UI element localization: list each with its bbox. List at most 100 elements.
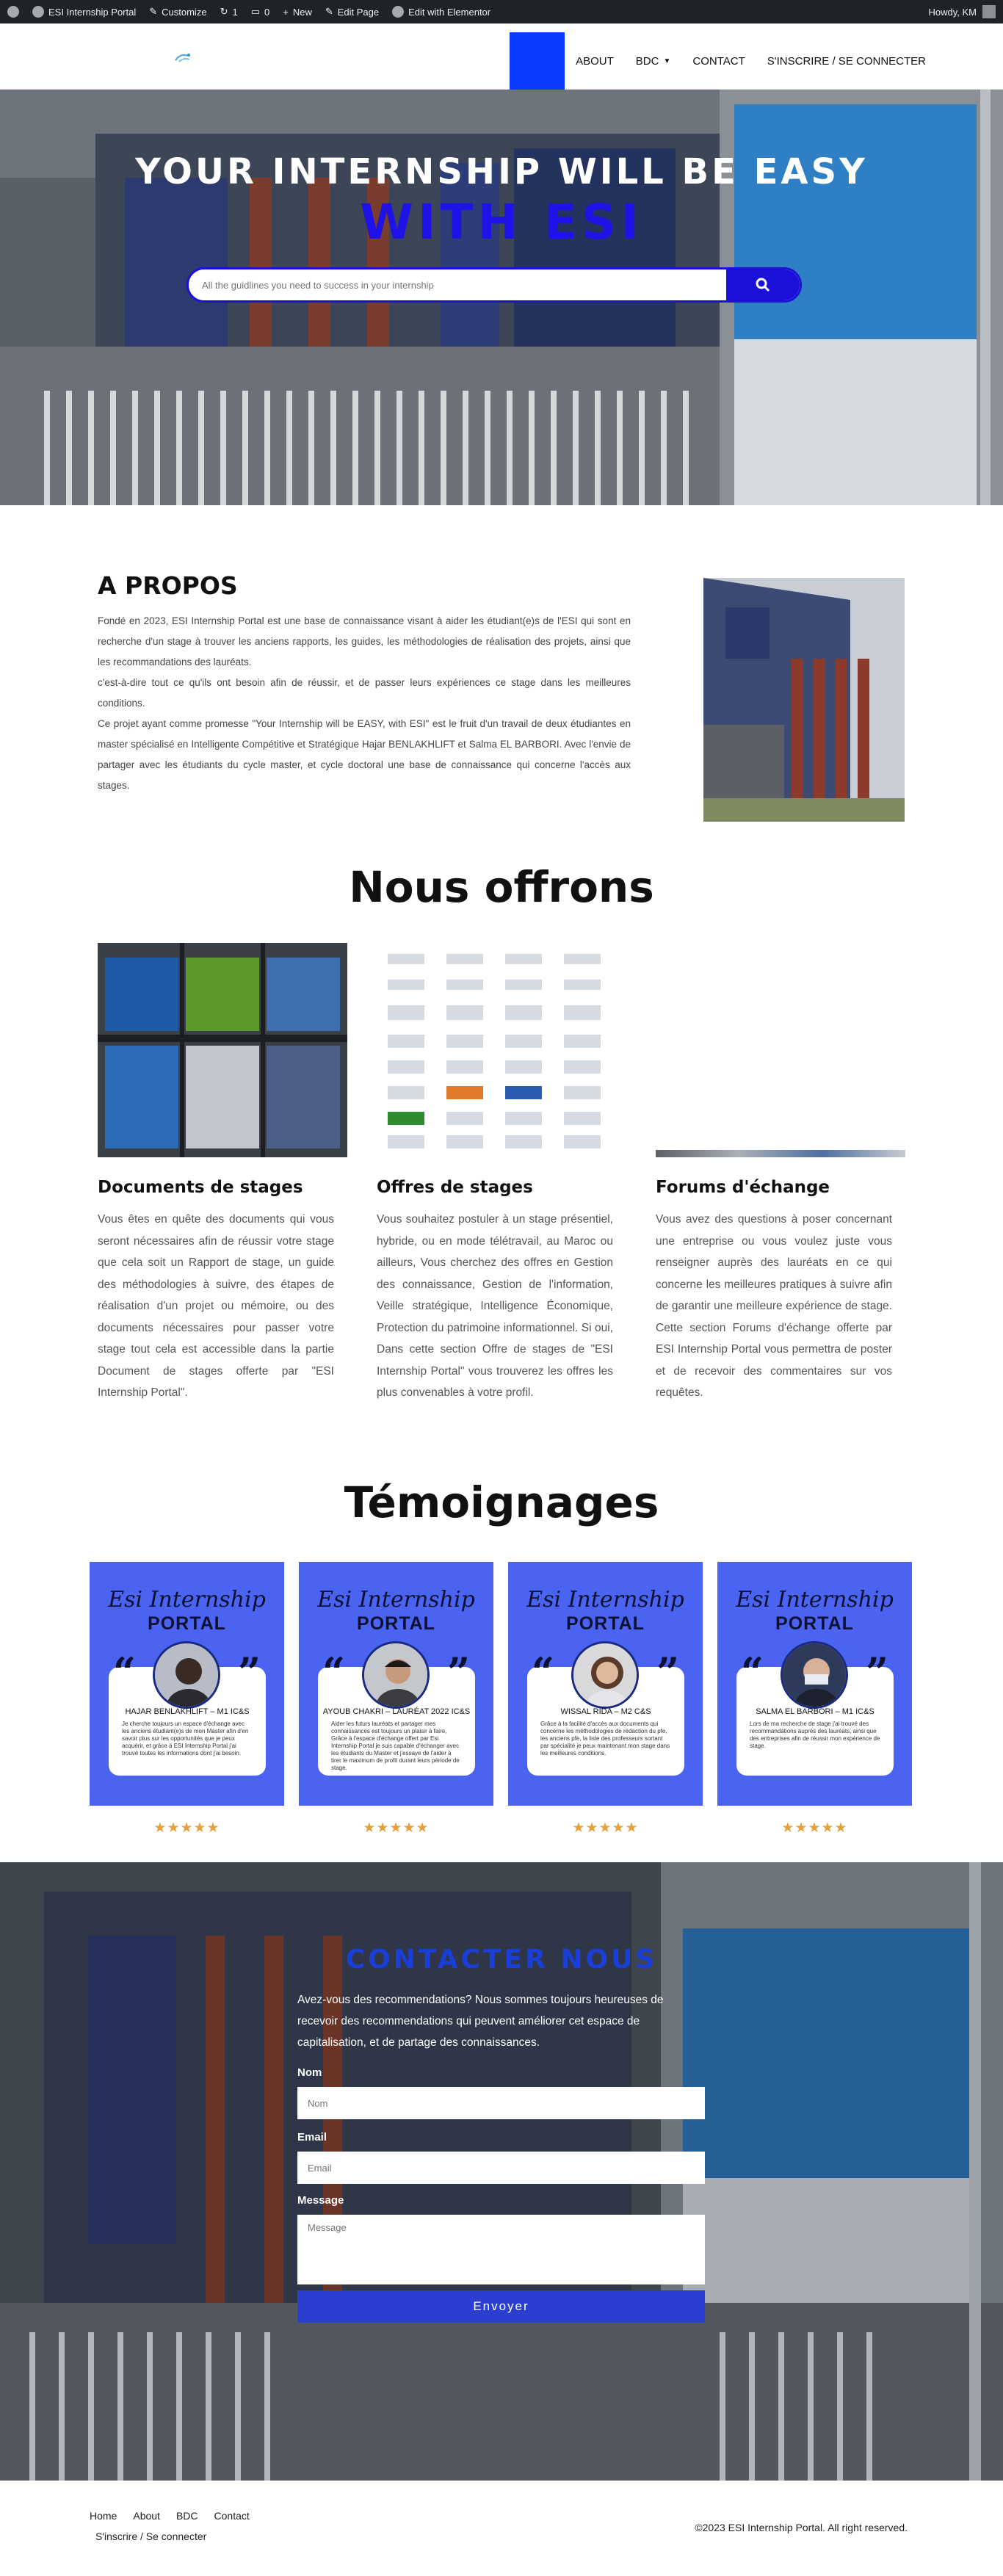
testimonial-card: Esi Internship PORTAL “ ” WISSAL RIDA – … <box>508 1562 703 1806</box>
card-portal: PORTAL <box>566 1613 645 1634</box>
search-button[interactable] <box>726 269 800 300</box>
testimonial-name: SALMA EL BARBORI – M1 IC&S <box>756 1707 875 1716</box>
rating-stars: ★★★★★ <box>153 1820 220 1836</box>
message-label: Message <box>297 2194 344 2207</box>
testimonial-name: AYOUB CHAKRI – LAURÉAT 2022 IC&S <box>322 1707 471 1716</box>
quote-open-icon: “ <box>322 1649 346 1696</box>
quote-close-icon: ” <box>656 1649 679 1696</box>
forum-image <box>656 1150 905 1157</box>
nav-contact[interactable]: CONTACT <box>681 32 756 90</box>
documents-image <box>98 943 347 1157</box>
contact-intro: Avez-vous des recommendations? Nous somm… <box>297 1994 664 2049</box>
email-label: Email <box>297 2131 327 2143</box>
contact-section: CONTACTER NOUS Avez-vous des recommendat… <box>0 1862 1003 2481</box>
admin-comments[interactable]: ▭ 0 <box>251 6 270 18</box>
contact-title: CONTACTER NOUS <box>345 1944 658 1975</box>
hero-section: YOUR INTERNSHIP WILL BE EASY WITH ESI <box>0 90 1003 505</box>
elementor-icon <box>392 6 405 18</box>
admin-customize[interactable]: ✎ Customize <box>149 6 206 18</box>
quote-open-icon: “ <box>532 1649 555 1696</box>
offer-text: Vous avez des questions à poser concerna… <box>656 1213 892 1399</box>
admin-site-name[interactable]: ESI Internship Portal <box>32 6 136 18</box>
offer-title: Forums d'échange <box>656 1178 830 1197</box>
copyright-text: ©2023 ESI Internship Portal. All right r… <box>695 2522 908 2533</box>
avatar <box>982 5 996 18</box>
site-header: HOME ABOUT BDC ▼ CONTACT S'INSCRIRE / SE … <box>0 23 1003 90</box>
home-icon <box>32 6 44 18</box>
main-nav: HOME ABOUT BDC ▼ CONTACT S'INSCRIRE / SE … <box>510 32 937 90</box>
quote-open-icon: “ <box>113 1649 137 1696</box>
wordpress-icon <box>7 6 19 18</box>
admin-bar: ESI Internship Portal ✎ Customize ↻ 1 ▭ 0 +… <box>0 0 1003 23</box>
offer-text: Vous êtes en quête des documents qui vou… <box>98 1213 334 1399</box>
email-field[interactable] <box>297 2152 705 2184</box>
wordpress-logo[interactable] <box>7 6 19 18</box>
footer-link-signup[interactable]: S'inscrire / Se connecter <box>95 2530 206 2542</box>
footer-link-home[interactable]: Home <box>90 2510 117 2522</box>
rating-stars: ★★★★★ <box>781 1820 848 1836</box>
nav-signup[interactable]: S'INSCRIRE / SE CONNECTER <box>756 32 937 90</box>
rating-stars: ★★★★★ <box>572 1820 639 1836</box>
quote-close-icon: ” <box>865 1649 888 1696</box>
footer-link-bdc[interactable]: BDC <box>176 2510 198 2522</box>
card-brand: Esi Internship <box>317 1587 475 1613</box>
testimonial-name: HAJAR BENLAKHLIFT – M1 IC&S <box>125 1707 250 1716</box>
testimonial-card: Esi Internship PORTAL “ ” SALMA EL BARBO… <box>717 1562 912 1806</box>
footer-nav: Home About BDC Contact <box>90 2510 250 2522</box>
chevron-down-icon: ▼ <box>663 57 671 65</box>
offer-title: Documents de stages <box>98 1178 303 1197</box>
avatar <box>362 1641 430 1709</box>
site-footer: Home About BDC Contact S'inscrire / Se c… <box>0 2481 1003 2576</box>
card-brand: Esi Internship <box>736 1587 894 1613</box>
admin-elementor[interactable]: Edit with Elementor <box>392 6 490 18</box>
testimonial-quote: Je cherche toujours un espace d'échange … <box>122 1721 249 1756</box>
send-button[interactable]: Envoyer <box>297 2290 705 2323</box>
card-portal: PORTAL <box>148 1613 226 1634</box>
about-paragraph: Ce projet ayant comme promesse "Your Int… <box>98 718 631 791</box>
avatar <box>153 1641 220 1709</box>
card-brand: Esi Internship <box>526 1587 684 1613</box>
update-icon: ↻ <box>220 6 228 17</box>
testimonial-card: Esi Internship PORTAL “ ” AYOUB CHAKRI –… <box>299 1562 493 1806</box>
admin-edit-page[interactable]: ✎ Edit Page <box>325 6 379 18</box>
testimonials-title: Témoignages <box>344 1477 659 1527</box>
footer-link-about[interactable]: About <box>133 2510 160 2522</box>
testimonial-quote: Grâce à la facilité d'accès aux document… <box>540 1721 670 1756</box>
nav-home[interactable]: HOME <box>510 32 565 90</box>
quote-close-icon: ” <box>446 1649 470 1696</box>
offer-text: Vous souhaitez postuler à un stage prése… <box>377 1213 613 1399</box>
quote-open-icon: “ <box>741 1649 764 1696</box>
about-paragraph: c'est-à-dire tout ce qu'ils ont besoin a… <box>98 677 631 709</box>
site-logo[interactable] <box>173 51 192 65</box>
admin-new[interactable]: + New <box>283 7 312 18</box>
nav-bdc[interactable]: BDC ▼ <box>625 32 682 90</box>
message-field[interactable] <box>297 2215 705 2284</box>
testimonial-name: WISSAL RIDA – M2 C&S <box>560 1707 651 1716</box>
brush-icon: ✎ <box>149 6 158 17</box>
admin-updates[interactable]: ↻ 1 <box>220 6 238 18</box>
testimonial-card: Esi Internship PORTAL “ ” HAJAR BENLAKHL… <box>90 1562 284 1806</box>
testimonial-quote: Lors de ma recherche de stage j'ai trouv… <box>750 1721 880 1749</box>
building-image <box>703 578 905 822</box>
name-field[interactable] <box>297 2087 705 2119</box>
footer-link-contact[interactable]: Contact <box>214 2510 250 2522</box>
plus-icon: + <box>283 6 289 18</box>
hero-title: YOUR INTERNSHIP WILL BE EASY <box>135 151 868 192</box>
pencil-icon: ✎ <box>325 6 333 17</box>
card-portal: PORTAL <box>775 1613 854 1634</box>
offers-title: Nous offrons <box>349 862 654 912</box>
about-title: A PROPOS <box>98 571 238 600</box>
avatar <box>571 1641 639 1709</box>
name-label: Nom <box>297 2066 322 2079</box>
avatar <box>781 1641 848 1709</box>
offer-title: Offres de stages <box>377 1178 533 1197</box>
comment-icon: ▭ <box>250 6 260 17</box>
nav-about[interactable]: ABOUT <box>565 32 625 90</box>
search-input[interactable] <box>189 269 726 300</box>
rating-stars: ★★★★★ <box>363 1820 430 1836</box>
quote-close-icon: ” <box>237 1649 261 1696</box>
card-portal: PORTAL <box>357 1613 435 1634</box>
hero-subtitle: WITH ESI <box>360 194 643 250</box>
company-logos-image <box>377 943 626 1157</box>
admin-account[interactable]: Howdy, KM <box>929 5 996 18</box>
